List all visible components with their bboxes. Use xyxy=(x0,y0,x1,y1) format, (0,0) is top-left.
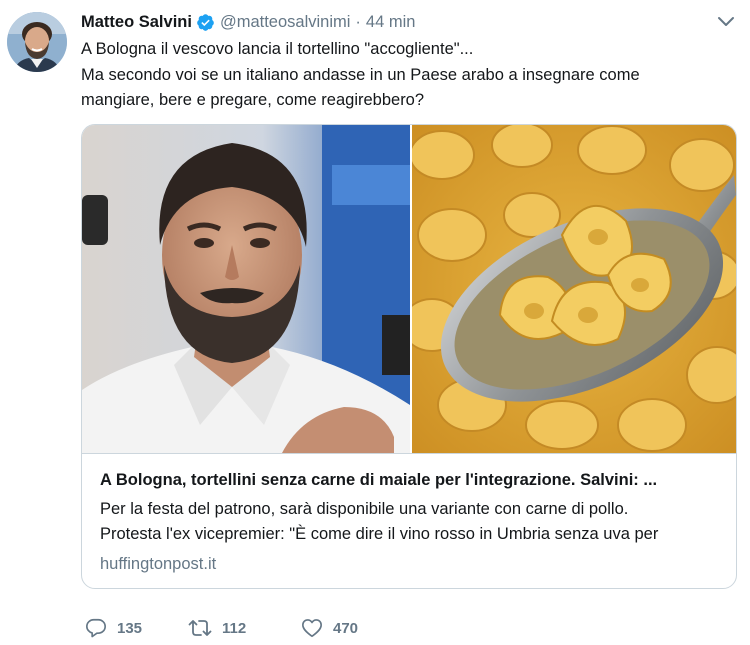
card-description-line: Protesta l'ex vicepremier: "È come dire … xyxy=(100,525,659,543)
author-handle[interactable]: @matteosalvinimi xyxy=(220,13,350,32)
card-body[interactable]: A Bologna, tortellini senza carne di mai… xyxy=(82,453,736,573)
retweet-icon xyxy=(188,617,212,639)
reply-count: 135 xyxy=(117,619,143,637)
reply-icon xyxy=(85,617,107,639)
retweet-count: 112 xyxy=(222,619,247,637)
card-domain[interactable]: huffingtonpost.it xyxy=(100,553,216,575)
card-description-line: Per la festa del patrono, sarà disponibi… xyxy=(100,500,629,518)
retweet-button[interactable]: 112 xyxy=(188,617,301,639)
reply-button[interactable]: 135 xyxy=(85,617,188,639)
verified-badge-icon xyxy=(196,13,215,32)
portrait-photo xyxy=(82,125,410,453)
tweet-text-line: Ma secondo voi se un italiano andasse in… xyxy=(81,65,640,84)
card-description: Per la festa del patrono, sarà disponibi… xyxy=(100,497,725,547)
link-card[interactable]: A Bologna, tortellini senza carne di mai… xyxy=(81,124,737,589)
card-media[interactable] xyxy=(82,125,736,453)
tweet-header: Matteo Salvini @matteosalvinimi · 44 min xyxy=(81,11,415,33)
like-count: 470 xyxy=(333,619,359,637)
separator-dot: · xyxy=(355,12,361,31)
tweet: Matteo Salvini @matteosalvinimi · 44 min… xyxy=(0,0,750,645)
avatar[interactable] xyxy=(7,12,67,72)
timestamp[interactable]: 44 min xyxy=(366,13,416,32)
tortellini-spoon-photo xyxy=(412,125,736,453)
author-name[interactable]: Matteo Salvini xyxy=(81,13,192,32)
tweet-text-line: A Bologna il vescovo lancia il tortellin… xyxy=(81,40,474,58)
chevron-down-icon[interactable] xyxy=(715,14,737,30)
tweet-actions: 135 112 470 xyxy=(85,616,401,640)
tweet-text: A Bologna il vescovo lancia il tortellin… xyxy=(81,37,731,114)
tweet-text-line: mangiare, bere e pregare, come reagirebb… xyxy=(81,91,425,109)
like-button[interactable]: 470 xyxy=(301,617,401,639)
avatar-image xyxy=(7,12,67,72)
card-title[interactable]: A Bologna, tortellini senza carne di mai… xyxy=(100,469,725,491)
heart-icon xyxy=(301,617,323,639)
